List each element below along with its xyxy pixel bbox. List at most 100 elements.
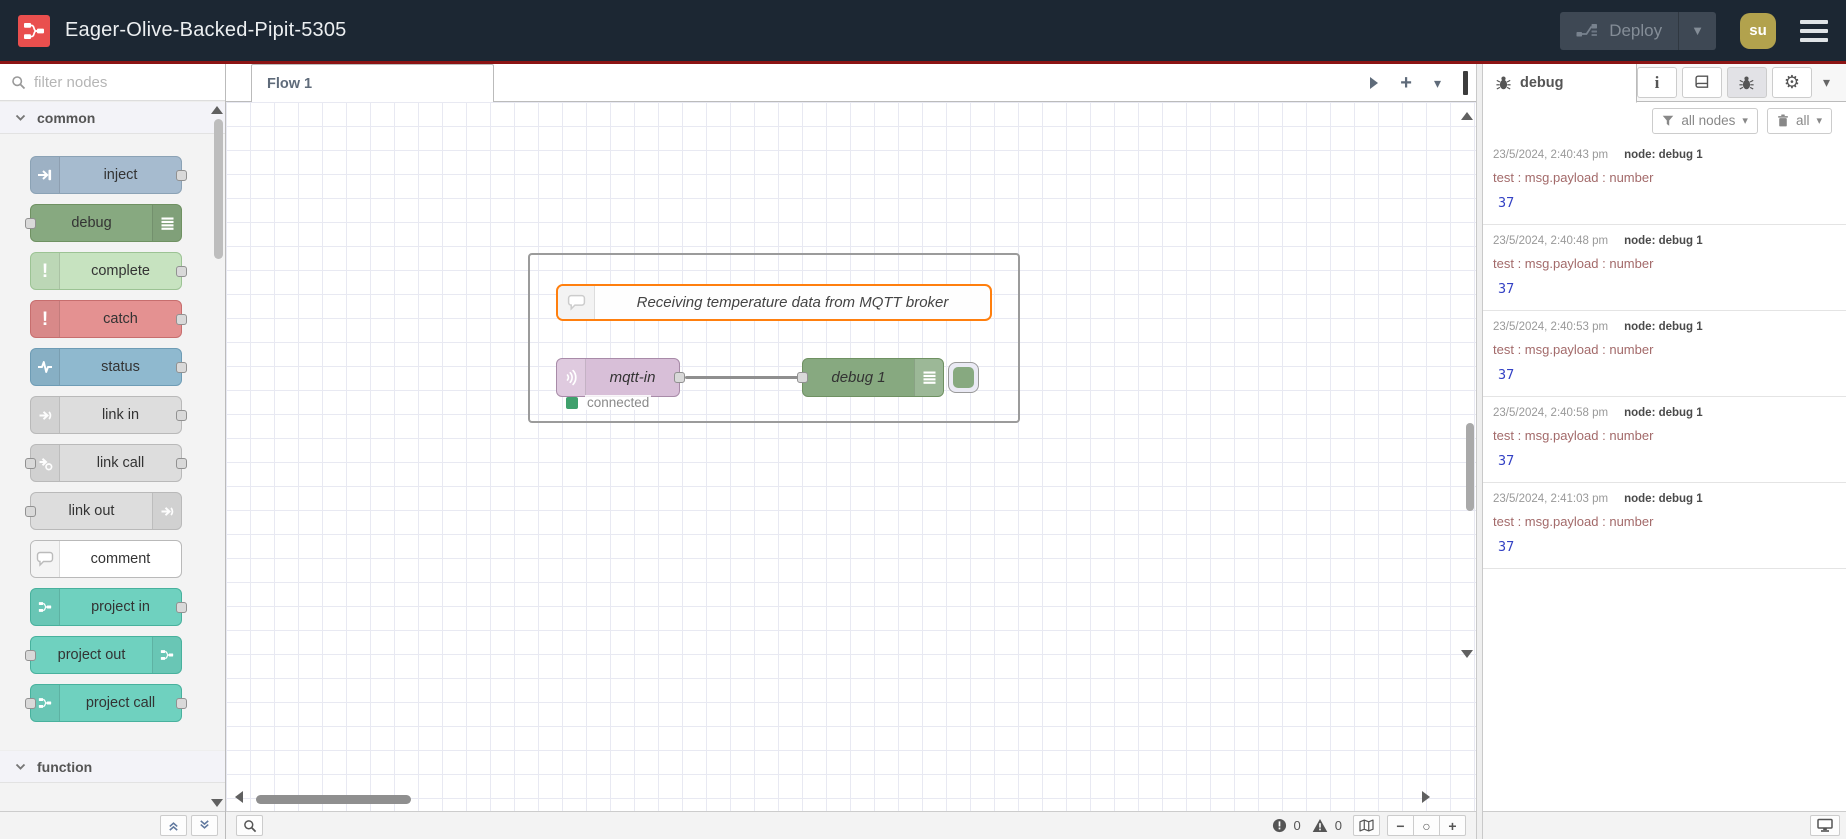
canvas-scroll-right-arrow[interactable] (1422, 791, 1430, 803)
link-arrow-icon (31, 397, 60, 433)
clear-messages-button[interactable]: all ▾ (1766, 107, 1832, 134)
canvas-scroll-left-arrow[interactable] (235, 791, 243, 803)
deploy-button[interactable]: Deploy ▼ (1560, 11, 1716, 50)
palette-node-catch[interactable]: ! catch (30, 300, 187, 338)
scroll-up-arrow[interactable] (211, 106, 223, 114)
debug-message[interactable]: 23/5/2024, 2:40:53 pm node: debug 1 test … (1483, 311, 1846, 397)
chevron-down-icon (15, 114, 26, 121)
scroll-down-arrow[interactable] (211, 799, 223, 807)
add-flow-button[interactable]: + (1400, 73, 1412, 93)
debug-message[interactable]: 23/5/2024, 2:40:48 pm node: debug 1 test … (1483, 225, 1846, 311)
message-property: test : msg.payload : number (1493, 256, 1654, 271)
canvas-scroll-down-arrow[interactable] (1461, 650, 1473, 658)
node-red-icon (152, 637, 181, 673)
canvas-hscroll-thumb[interactable] (256, 795, 411, 804)
palette-category-function[interactable]: function (0, 750, 225, 783)
output-port[interactable] (674, 372, 685, 383)
comment-node-selected[interactable]: Receiving temperature data from MQTT bro… (556, 284, 992, 321)
tab-debug[interactable]: debug (1483, 64, 1637, 103)
palette-scrollbar[interactable] (210, 101, 225, 811)
output-port (176, 410, 187, 421)
palette-node-link-out[interactable]: link out (25, 492, 182, 530)
message-value: 37 (1498, 453, 1515, 469)
debug-1-node[interactable]: debug 1 (797, 358, 944, 397)
sidebar-menu-caret[interactable]: ▾ (1817, 74, 1838, 91)
header: Eager-Olive-Backed-Pipit-5305 Deploy ▼ s… (0, 0, 1846, 61)
deploy-options-caret[interactable]: ▼ (1678, 11, 1716, 50)
input-port[interactable] (797, 372, 808, 383)
warning-count: 0 (1334, 818, 1342, 833)
sidebar-splitter[interactable] (1476, 64, 1483, 839)
config-tab-button[interactable]: ⚙ (1771, 67, 1812, 98)
palette-node-complete[interactable]: ! complete (30, 252, 187, 290)
node-red-editor: Eager-Olive-Backed-Pipit-5305 Deploy ▼ s… (0, 0, 1846, 839)
error-icon (1272, 818, 1287, 833)
palette-node-project-in[interactable]: project in (30, 588, 187, 626)
zoom-out-button[interactable]: − (1387, 815, 1414, 836)
palette-node-debug[interactable]: debug (25, 204, 182, 242)
debug-message[interactable]: 23/5/2024, 2:41:03 pm node: debug 1 test … (1483, 483, 1846, 569)
scroll-tabs-right-arrow[interactable] (1370, 77, 1379, 89)
exclamation-icon: ! (31, 301, 60, 337)
message-source: node: debug 1 (1624, 149, 1703, 161)
message-property: test : msg.payload : number (1493, 514, 1654, 529)
node-red-icon (31, 589, 60, 625)
scrollbar-thumb[interactable] (214, 119, 223, 259)
message-source: node: debug 1 (1624, 493, 1703, 505)
help-tab-button[interactable] (1681, 67, 1722, 98)
message-property: test : msg.payload : number (1493, 342, 1654, 357)
input-port (25, 218, 36, 229)
canvas-vscroll-thumb[interactable] (1466, 423, 1474, 511)
palette-category-common[interactable]: common (0, 101, 225, 134)
debug-tab-button[interactable] (1726, 67, 1767, 98)
message-timestamp: 23/5/2024, 2:40:58 pm (1493, 407, 1609, 419)
canvas-scroll-up-arrow[interactable] (1461, 112, 1473, 120)
wire (685, 376, 804, 379)
zoom-reset-button[interactable]: ○ (1413, 815, 1440, 836)
output-port (176, 602, 187, 613)
debug-message[interactable]: 23/5/2024, 2:40:43 pm node: debug 1 test … (1483, 139, 1846, 225)
message-source: node: debug 1 (1624, 235, 1703, 247)
message-property: test : msg.payload : number (1493, 170, 1654, 185)
palette-node-project-call[interactable]: project call (25, 684, 187, 722)
expand-categories-button[interactable] (191, 815, 218, 836)
collapse-categories-button[interactable] (160, 815, 187, 836)
debug-message[interactable]: 23/5/2024, 2:40:58 pm node: debug 1 test … (1483, 397, 1846, 483)
message-property: test : msg.payload : number (1493, 428, 1654, 443)
toggle-sidebar-button[interactable] (1810, 815, 1840, 836)
filter-nodes-button[interactable]: all nodes ▾ (1652, 107, 1758, 134)
navigator-map-button[interactable] (1353, 815, 1380, 836)
warning-icon (1312, 818, 1328, 833)
message-timestamp: 23/5/2024, 2:40:43 pm (1493, 149, 1609, 161)
palette-node-inject[interactable]: inject (30, 156, 187, 194)
debug-enable-toggle[interactable] (948, 362, 979, 393)
palette-node-comment[interactable]: comment (30, 540, 182, 578)
debug-message-list: 23/5/2024, 2:40:43 pm node: debug 1 test … (1483, 139, 1846, 811)
filter-funnel-icon (1662, 115, 1674, 127)
info-tab-button[interactable]: i (1636, 67, 1677, 98)
output-port (176, 362, 187, 373)
flow-canvas[interactable]: Receiving temperature data from MQTT bro… (226, 102, 1476, 811)
mqtt-in-node[interactable]: mqtt-in (556, 358, 685, 397)
tab-strip-edge (1463, 71, 1468, 95)
deploy-label: Deploy (1609, 20, 1663, 40)
input-port (25, 698, 36, 709)
input-port (25, 506, 36, 517)
user-avatar[interactable]: su (1740, 12, 1776, 49)
inject-icon (31, 157, 60, 193)
palette-search[interactable] (0, 64, 233, 101)
page-title: Eager-Olive-Backed-Pipit-5305 (65, 19, 347, 41)
bug-icon (1496, 75, 1511, 91)
node-palette: common inject debug (0, 64, 233, 839)
filter-nodes-input[interactable] (34, 73, 233, 91)
debug-toolbar: all nodes ▾ all ▾ (1483, 102, 1846, 139)
palette-node-status[interactable]: status (30, 348, 187, 386)
palette-node-link-call[interactable]: link call (25, 444, 187, 482)
flow-list-caret[interactable]: ▾ (1434, 75, 1441, 92)
main-menu-button[interactable] (1800, 19, 1828, 42)
tab-flow-1[interactable]: Flow 1 (251, 64, 494, 103)
search-flows-button[interactable] (236, 815, 263, 836)
zoom-in-button[interactable]: + (1439, 815, 1466, 836)
palette-node-link-in[interactable]: link in (30, 396, 187, 434)
palette-node-project-out[interactable]: project out (25, 636, 182, 674)
